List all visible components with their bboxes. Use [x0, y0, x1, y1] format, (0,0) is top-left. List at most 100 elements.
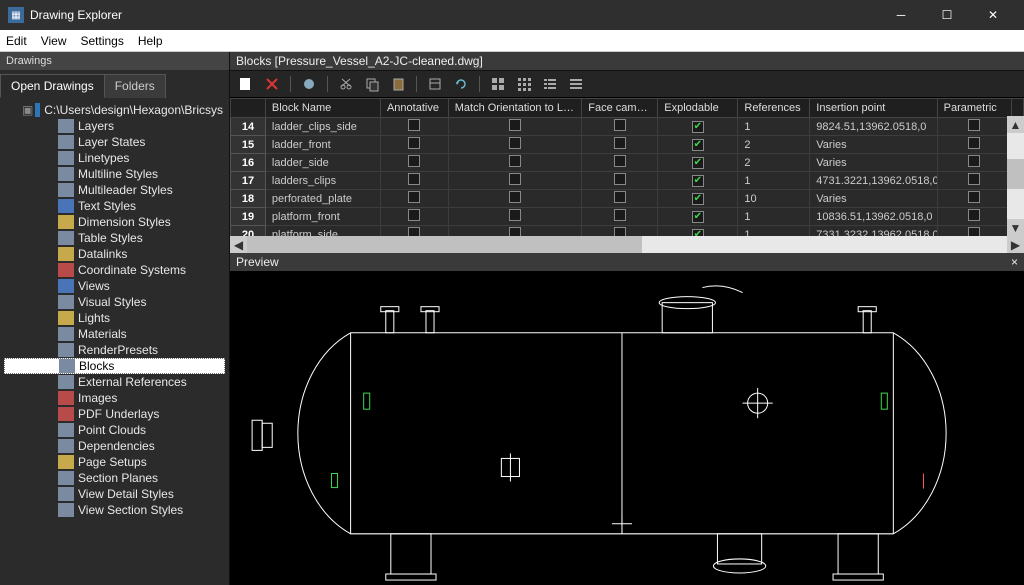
table-row[interactable]: 16ladder_side✔2Varies: [231, 154, 1024, 172]
cell-face-camera[interactable]: [582, 190, 658, 208]
cell-annotative[interactable]: [380, 190, 448, 208]
cell-block-name[interactable]: platform_front: [265, 208, 380, 226]
maximize-button[interactable]: ☐: [924, 0, 970, 30]
cell-block-name[interactable]: ladder_side: [265, 154, 380, 172]
checkbox[interactable]: ✔: [692, 157, 704, 169]
tree-root[interactable]: ▣ C:\Users\design\Hexagon\Bricsys: [4, 102, 225, 118]
tree-item[interactable]: Datalinks: [4, 246, 225, 262]
cell-explodable[interactable]: ✔: [658, 118, 738, 136]
cell-face-camera[interactable]: [582, 118, 658, 136]
column-header[interactable]: References: [738, 99, 810, 118]
cell-match-orientation[interactable]: [448, 118, 582, 136]
tree-item[interactable]: Page Setups: [4, 454, 225, 470]
drawings-tree[interactable]: ▣ C:\Users\design\Hexagon\Bricsys Layers…: [0, 98, 229, 585]
checkbox[interactable]: [408, 191, 420, 203]
checkbox[interactable]: [509, 119, 521, 131]
menu-help[interactable]: Help: [138, 34, 163, 48]
cell-annotative[interactable]: [380, 154, 448, 172]
column-header[interactable]: Annotative: [380, 99, 448, 118]
cell-block-name[interactable]: ladder_clips_side: [265, 118, 380, 136]
tree-item[interactable]: Views: [4, 278, 225, 294]
checkbox[interactable]: [509, 209, 521, 221]
tree-item[interactable]: Dependencies: [4, 438, 225, 454]
checkbox[interactable]: [614, 173, 626, 185]
cell-face-camera[interactable]: [582, 172, 658, 190]
tree-item[interactable]: Table Styles: [4, 230, 225, 246]
cell-block-name[interactable]: ladders_clips: [265, 172, 380, 190]
checkbox[interactable]: [614, 119, 626, 131]
cell-block-name[interactable]: perforated_plate: [265, 190, 380, 208]
insert-icon[interactable]: [299, 74, 319, 94]
cell-match-orientation[interactable]: [448, 154, 582, 172]
collapse-icon[interactable]: ▣: [22, 102, 33, 118]
tree-item[interactable]: PDF Underlays: [4, 406, 225, 422]
cell-face-camera[interactable]: [582, 154, 658, 172]
menu-edit[interactable]: Edit: [6, 34, 27, 48]
checkbox[interactable]: ✔: [692, 139, 704, 151]
tree-item[interactable]: RenderPresets: [4, 342, 225, 358]
scroll-up-icon[interactable]: ▲: [1007, 116, 1024, 133]
scroll-left-icon[interactable]: ◀: [230, 236, 247, 253]
tree-item[interactable]: Dimension Styles: [4, 214, 225, 230]
cell-face-camera[interactable]: [582, 208, 658, 226]
cell-parametric[interactable]: [937, 208, 1011, 226]
preview-close-icon[interactable]: ×: [1011, 255, 1018, 269]
tree-item[interactable]: Visual Styles: [4, 294, 225, 310]
cell-face-camera[interactable]: [582, 136, 658, 154]
column-header[interactable]: [231, 99, 266, 118]
checkbox[interactable]: [408, 209, 420, 221]
tab-folders[interactable]: Folders: [104, 74, 166, 98]
tree-item[interactable]: Layer States: [4, 134, 225, 150]
cell-match-orientation[interactable]: [448, 136, 582, 154]
checkbox[interactable]: ✔: [692, 211, 704, 223]
cell-parametric[interactable]: [937, 154, 1011, 172]
checkbox[interactable]: [408, 137, 420, 149]
options-icon[interactable]: [425, 74, 445, 94]
table-row[interactable]: 18perforated_plate✔10Varies: [231, 190, 1024, 208]
tree-item[interactable]: Multiline Styles: [4, 166, 225, 182]
tree-item[interactable]: Coordinate Systems: [4, 262, 225, 278]
table-row[interactable]: 19platform_front✔110836.51,13962.0518,0: [231, 208, 1024, 226]
view-small-icon[interactable]: [514, 74, 534, 94]
column-header[interactable]: Explodable: [658, 99, 738, 118]
cell-annotative[interactable]: [380, 208, 448, 226]
checkbox[interactable]: [509, 227, 521, 236]
checkbox[interactable]: [614, 227, 626, 236]
checkbox[interactable]: [614, 209, 626, 221]
scroll-right-icon[interactable]: ▶: [1007, 236, 1024, 253]
close-button[interactable]: ✕: [970, 0, 1016, 30]
cell-explodable[interactable]: ✔: [658, 208, 738, 226]
new-icon[interactable]: [236, 74, 256, 94]
checkbox[interactable]: ✔: [692, 121, 704, 133]
column-header[interactable]: [1011, 99, 1023, 118]
menu-view[interactable]: View: [41, 34, 67, 48]
preview-canvas[interactable]: [230, 271, 1024, 585]
table-row[interactable]: 14ladder_clips_side✔19824.51,13962.0518,…: [231, 118, 1024, 136]
tree-item[interactable]: View Detail Styles: [4, 486, 225, 502]
cell-parametric[interactable]: [937, 172, 1011, 190]
checkbox[interactable]: [408, 119, 420, 131]
cell-parametric[interactable]: [937, 190, 1011, 208]
checkbox[interactable]: ✔: [692, 229, 704, 236]
cell-match-orientation[interactable]: [448, 208, 582, 226]
delete-icon[interactable]: [262, 74, 282, 94]
table-vscrollbar[interactable]: ▲ ▼: [1007, 116, 1024, 236]
view-large-icon[interactable]: [488, 74, 508, 94]
tree-item[interactable]: Text Styles: [4, 198, 225, 214]
tree-item[interactable]: Multileader Styles: [4, 182, 225, 198]
table-row[interactable]: 15ladder_front✔2Varies: [231, 136, 1024, 154]
checkbox[interactable]: [614, 155, 626, 167]
checkbox[interactable]: [509, 191, 521, 203]
checkbox[interactable]: [968, 137, 980, 149]
cell-match-orientation[interactable]: [448, 190, 582, 208]
cell-annotative[interactable]: [380, 172, 448, 190]
tree-item[interactable]: Images: [4, 390, 225, 406]
table-row[interactable]: 17ladders_clips✔14731.3221,13962.0518,0: [231, 172, 1024, 190]
cell-explodable[interactable]: ✔: [658, 136, 738, 154]
cell-match-orientation[interactable]: [448, 226, 582, 237]
minimize-button[interactable]: ─: [878, 0, 924, 30]
scroll-down-icon[interactable]: ▼: [1007, 219, 1024, 236]
table-row[interactable]: 20platform_side✔17331.3232,13962.0518,0: [231, 226, 1024, 237]
refresh-icon[interactable]: [451, 74, 471, 94]
checkbox[interactable]: [614, 191, 626, 203]
